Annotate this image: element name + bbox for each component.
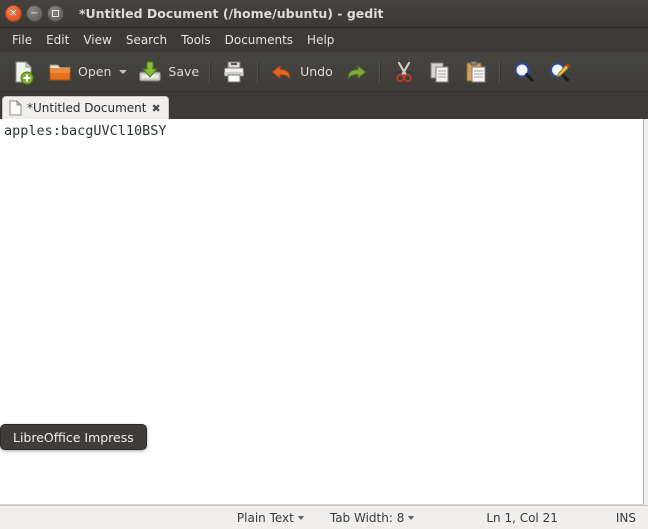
menu-item-edit[interactable]: Edit bbox=[39, 30, 76, 50]
titlebar: ✕ − *Untitled Document (/home/ubuntu) - … bbox=[0, 0, 648, 28]
new-document-icon bbox=[15, 60, 34, 84]
undo-arrow-icon bbox=[272, 65, 291, 79]
toolbar-separator-2 bbox=[257, 59, 260, 84]
print-button[interactable] bbox=[216, 56, 252, 88]
status-insert-mode: INS bbox=[616, 511, 636, 525]
tab-bar: *Untitled Document ✖ bbox=[0, 92, 648, 119]
editor-line-1: apples:bacgUVCl10BSY bbox=[4, 123, 167, 139]
editor-area: apples:bacgUVCl10BSY LibreOffice Impress bbox=[0, 119, 648, 505]
new-document-button[interactable] bbox=[6, 56, 42, 88]
status-insert-mode-label: INS bbox=[615, 510, 636, 525]
replace-button[interactable] bbox=[542, 56, 578, 88]
find-button[interactable] bbox=[506, 56, 542, 88]
save-label: Save bbox=[168, 64, 200, 79]
menu-item-view[interactable]: View bbox=[76, 30, 118, 50]
paste-icon bbox=[466, 60, 486, 82]
document-icon bbox=[9, 100, 22, 116]
tooltip-label: LibreOffice Impress bbox=[13, 429, 134, 445]
status-language-label: Plain Text bbox=[236, 510, 294, 525]
scissors-icon bbox=[396, 61, 412, 82]
paste-button[interactable] bbox=[458, 56, 494, 88]
undo-button[interactable]: Undo bbox=[264, 56, 338, 88]
menu-item-tools[interactable]: Tools bbox=[174, 30, 218, 50]
cut-button[interactable] bbox=[386, 56, 422, 88]
close-glyph: ✕ bbox=[9, 7, 18, 19]
maximize-glyph bbox=[52, 10, 59, 17]
save-icon bbox=[139, 61, 162, 81]
maximize-icon[interactable] bbox=[47, 5, 64, 22]
statusbar: Plain Text Tab Width: 8 Ln 1, Col 21 INS bbox=[0, 505, 648, 529]
minimize-icon[interactable]: − bbox=[26, 5, 43, 22]
print-icon bbox=[224, 61, 245, 82]
chevron-down-icon[interactable] bbox=[408, 515, 415, 520]
chevron-down-icon[interactable] bbox=[119, 69, 128, 74]
open-button[interactable]: Open bbox=[42, 56, 132, 88]
status-tab-width-selector[interactable]: Tab Width: 8 bbox=[329, 510, 415, 525]
redo-arrow-icon bbox=[347, 65, 366, 79]
menu-item-file[interactable]: File bbox=[5, 30, 39, 50]
copy-icon bbox=[430, 62, 449, 82]
toolbar-separator-3 bbox=[378, 59, 381, 84]
undo-label: Undo bbox=[300, 64, 333, 79]
search-icon bbox=[514, 62, 534, 81]
menubar: File Edit View Search Tools Documents He… bbox=[0, 28, 648, 52]
copy-button[interactable] bbox=[422, 56, 458, 88]
menu-item-help[interactable]: Help bbox=[300, 30, 341, 50]
status-cursor-label: Ln 1, Col 21 bbox=[486, 510, 558, 525]
window-title: *Untitled Document (/home/ubuntu) - gedi… bbox=[79, 6, 384, 21]
find-replace-icon bbox=[549, 62, 571, 81]
tooltip-libreoffice-impress: LibreOffice Impress bbox=[0, 424, 147, 450]
toolbar-separator-1 bbox=[209, 59, 212, 84]
menu-item-search[interactable]: Search bbox=[119, 30, 174, 50]
chevron-down-icon[interactable] bbox=[297, 515, 304, 520]
status-language-selector[interactable]: Plain Text bbox=[237, 511, 304, 525]
status-tab-width-label: Tab Width: 8 bbox=[329, 510, 405, 525]
toolbar: Open Save Undo bbox=[0, 52, 648, 92]
status-cursor-position: Ln 1, Col 21 bbox=[486, 511, 558, 525]
redo-button[interactable] bbox=[338, 56, 374, 88]
open-label: Open bbox=[78, 64, 112, 79]
tab-close-icon[interactable]: ✖ bbox=[151, 103, 160, 114]
gedit-window: ✕ − *Untitled Document (/home/ubuntu) - … bbox=[0, 0, 648, 529]
open-folder-icon bbox=[49, 64, 71, 80]
tab-untitled-document[interactable]: *Untitled Document ✖ bbox=[2, 96, 169, 119]
close-icon[interactable]: ✕ bbox=[5, 5, 22, 22]
menu-item-documents[interactable]: Documents bbox=[218, 30, 300, 50]
window-controls: ✕ − bbox=[0, 5, 64, 22]
minimize-glyph: − bbox=[30, 7, 39, 19]
save-button[interactable]: Save bbox=[132, 56, 204, 88]
tab-title: *Untitled Document bbox=[27, 101, 147, 115]
toolbar-separator-4 bbox=[498, 59, 501, 84]
